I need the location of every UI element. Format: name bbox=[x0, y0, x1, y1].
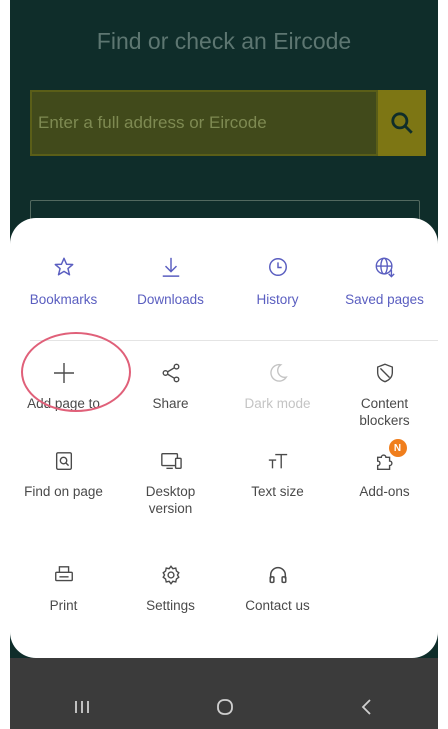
browser-screen: Find or check an Eircode Enter a full ad… bbox=[10, 0, 438, 729]
menu-item-text-size[interactable]: Text size bbox=[224, 448, 331, 517]
menu-item-find-on-page[interactable]: Find on page bbox=[10, 448, 117, 517]
gear-icon bbox=[158, 562, 184, 588]
back-icon bbox=[362, 699, 371, 715]
menu-item-label: Downloads bbox=[137, 292, 204, 307]
menu-item-add-ons[interactable]: N Add-ons bbox=[331, 439, 438, 517]
menu-item-desktop-version[interactable]: Desktop version bbox=[117, 448, 224, 517]
menu-empty-cell bbox=[331, 562, 438, 614]
menu-row-3: Find on page Desktop version Text size N bbox=[10, 439, 438, 517]
menu-item-share[interactable]: Share bbox=[117, 360, 224, 429]
menu-item-contact-us[interactable]: Contact us bbox=[224, 562, 331, 614]
headset-icon bbox=[265, 562, 291, 588]
recent-apps-button[interactable] bbox=[72, 698, 92, 721]
shield-icon bbox=[372, 360, 398, 386]
menu-item-dark-mode[interactable]: Dark mode bbox=[224, 360, 331, 429]
share-icon bbox=[158, 360, 184, 386]
menu-item-settings[interactable]: Settings bbox=[117, 562, 224, 614]
search-button[interactable] bbox=[378, 90, 426, 156]
menu-item-label: Dark mode bbox=[244, 396, 311, 411]
menu-item-label: Text size bbox=[251, 484, 304, 499]
highlight-annotation bbox=[21, 332, 131, 412]
android-nav-bar bbox=[10, 690, 438, 729]
menu-item-label: Saved pages bbox=[345, 292, 424, 307]
menu-item-downloads[interactable]: Downloads bbox=[117, 254, 224, 308]
menu-item-label: History bbox=[256, 292, 299, 307]
home-icon bbox=[217, 699, 233, 715]
printer-icon bbox=[51, 562, 77, 588]
download-icon bbox=[158, 254, 184, 280]
menu-item-label: Desktop version bbox=[145, 484, 196, 516]
find-on-page-icon bbox=[51, 448, 77, 474]
menu-item-label: Find on page bbox=[24, 484, 103, 499]
home-button[interactable] bbox=[215, 697, 235, 722]
page-title: Find or check an Eircode bbox=[96, 28, 352, 54]
menu-item-content-blockers[interactable]: Content blockers bbox=[331, 360, 438, 429]
dim-overlay bbox=[10, 658, 438, 690]
menu-item-bookmarks[interactable]: Bookmarks bbox=[10, 254, 117, 308]
address-search-input[interactable]: Enter a full address or Eircode bbox=[30, 90, 378, 156]
puzzle-icon: N bbox=[372, 439, 407, 474]
globe-download-icon bbox=[372, 254, 398, 280]
clock-icon bbox=[265, 254, 291, 280]
menu-item-label: Print bbox=[49, 598, 78, 613]
browser-menu-sheet: Bookmarks Downloads History Saved pages bbox=[10, 218, 438, 658]
text-size-icon bbox=[265, 448, 291, 474]
moon-icon bbox=[265, 360, 291, 386]
eircode-search-bar: Enter a full address or Eircode bbox=[30, 90, 426, 156]
menu-item-history[interactable]: History bbox=[224, 254, 331, 308]
star-icon bbox=[51, 254, 77, 280]
menu-item-label: Contact us bbox=[245, 598, 310, 613]
menu-item-label: Add-ons bbox=[359, 484, 410, 499]
menu-item-label: Bookmarks bbox=[29, 292, 98, 307]
menu-item-print[interactable]: Print bbox=[10, 562, 117, 614]
search-icon bbox=[391, 112, 413, 134]
recent-apps-icon bbox=[74, 701, 89, 713]
new-badge: N bbox=[388, 439, 407, 457]
menu-item-saved-pages[interactable]: Saved pages bbox=[331, 254, 438, 308]
back-button[interactable] bbox=[358, 697, 376, 722]
menu-item-label: Share bbox=[152, 396, 189, 411]
menu-row-4: Print Settings Contact us bbox=[10, 562, 438, 614]
desktop-icon bbox=[158, 448, 184, 474]
menu-item-label: Settings bbox=[146, 598, 195, 613]
menu-item-label: Content blockers bbox=[359, 396, 410, 428]
menu-row-primary: Bookmarks Downloads History Saved pages bbox=[10, 254, 438, 308]
